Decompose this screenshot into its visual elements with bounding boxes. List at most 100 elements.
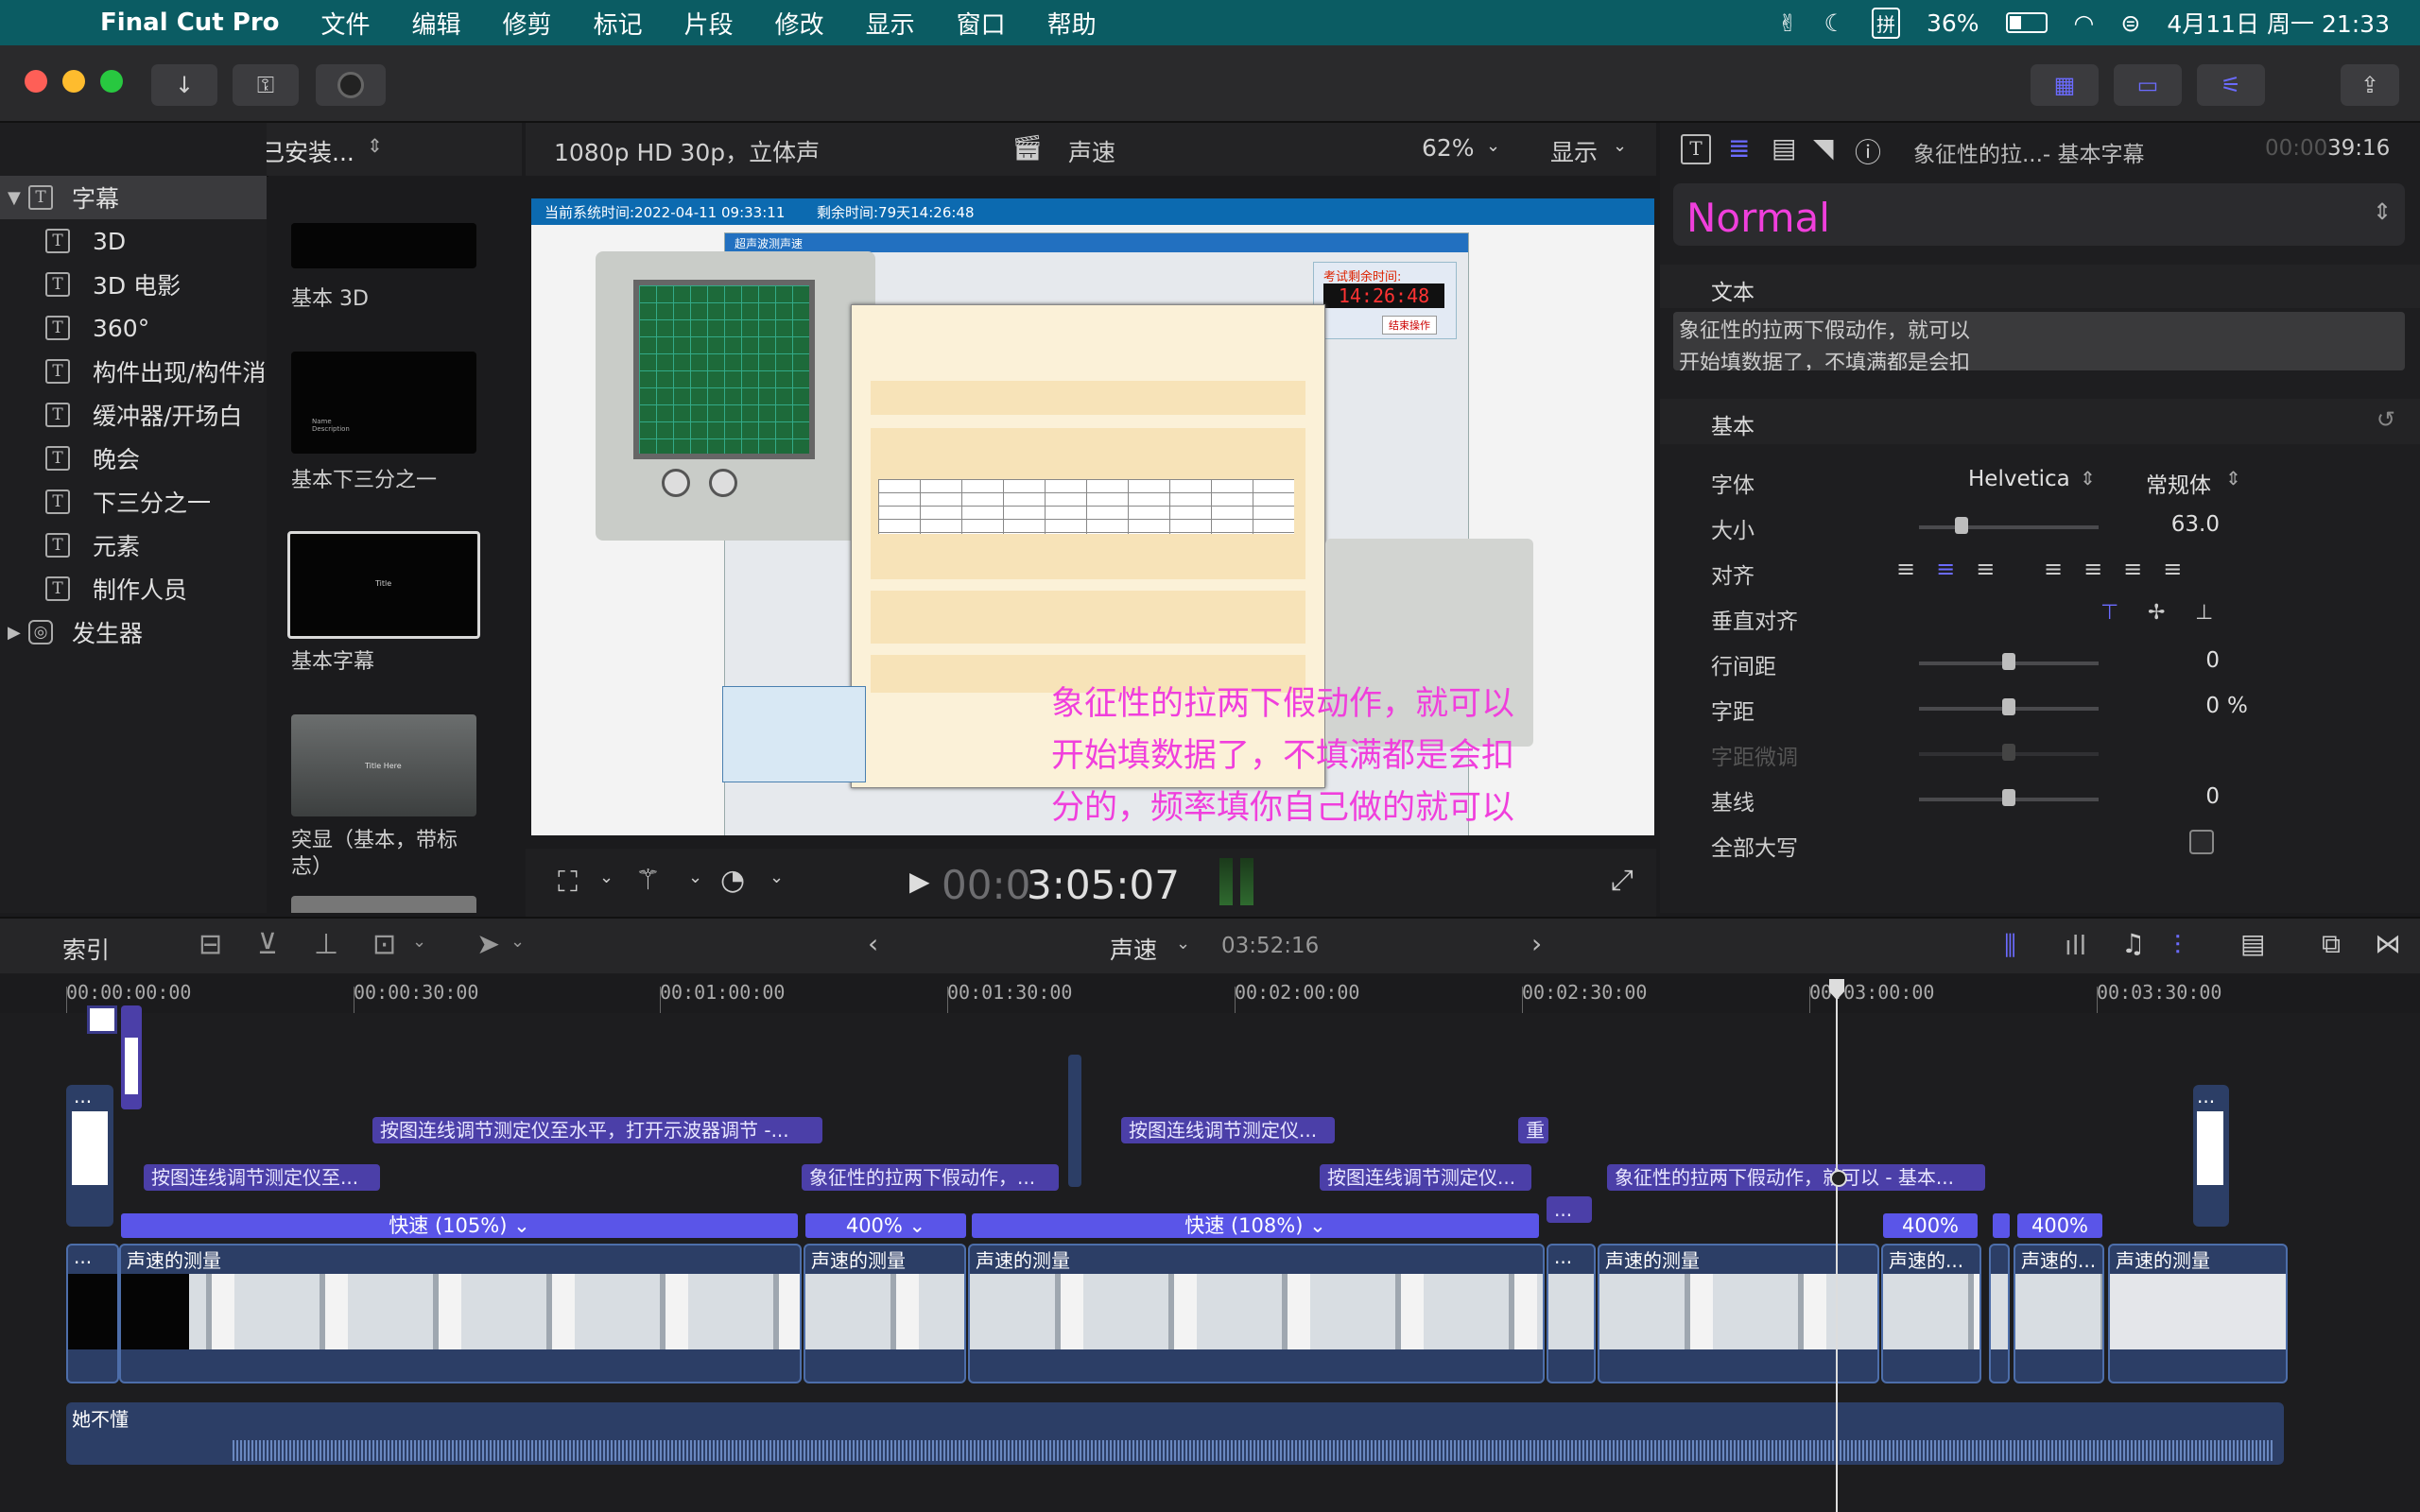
battery-icon[interactable]	[2005, 12, 2048, 33]
clock[interactable]: 4月11日 周一 21:33	[2167, 6, 2390, 40]
title-clip[interactable]: 按图连线调节测定仪...	[1121, 1117, 1335, 1143]
display-dropdown[interactable]: 显示	[1550, 134, 1598, 168]
connected-clip-marker[interactable]	[1068, 1055, 1081, 1187]
magic-wand-icon[interactable]: ⚚	[635, 864, 661, 897]
text-inspector-icon[interactable]: T	[1681, 134, 1711, 164]
video-clip[interactable]: ...	[66, 1244, 119, 1383]
video-only-icon[interactable]: ⫼	[2004, 930, 2016, 962]
effects-browser-icon[interactable]: ⧉	[2322, 928, 2341, 960]
slider-knob[interactable]	[2002, 789, 2015, 806]
transitions-icon[interactable]: ⋈	[2375, 928, 2401, 959]
info-icon[interactable]: ⓘ	[1855, 132, 1881, 170]
menu-app[interactable]: Final Cut Pro	[100, 9, 280, 37]
line-spacing-value[interactable]: 0	[2125, 648, 2220, 673]
retime-bar[interactable]: 快速 (105%) ⌄	[121, 1213, 798, 1238]
retime-speed-icon[interactable]: ◔	[720, 864, 745, 897]
sidebar-item-generators[interactable]: ▶ ◎ 发生器	[0, 610, 267, 654]
video-clip[interactable]: 声速的...	[1881, 1244, 1981, 1383]
viewer-timecode[interactable]: 3:05:07	[1027, 862, 1180, 908]
sidebar-item-build-in-out[interactable]: T 构件出现/构件消	[0, 350, 267, 393]
slider-knob[interactable]	[1955, 517, 1968, 534]
connected-video-clip[interactable]: ...	[2193, 1085, 2229, 1227]
retime-bar[interactable]: 400%	[2017, 1213, 2102, 1238]
chevron-down-icon[interactable]: ⌄	[1176, 934, 1190, 954]
video-clip[interactable]: 声速的测量	[2108, 1244, 2288, 1383]
transform-icon[interactable]: ⛶	[558, 866, 578, 899]
thumb-basic-3d[interactable]	[291, 223, 476, 268]
background-tasks-icon[interactable]	[316, 64, 386, 106]
headphones-icon[interactable]: ♫	[2121, 928, 2145, 959]
thumb-reveal-basic[interactable]: Title Here	[291, 714, 476, 816]
dialog-table[interactable]	[878, 479, 1294, 534]
preset-selector[interactable]: Normal ⇕	[1673, 183, 2405, 246]
video-clip[interactable]: 声速的测量	[804, 1244, 966, 1383]
video-clip[interactable]: 声速的测量	[968, 1244, 1545, 1383]
size-slider[interactable]	[1919, 517, 2099, 534]
project-name[interactable]: 声速	[1110, 932, 1157, 966]
connect-clip-icon[interactable]: ⊥	[314, 928, 338, 961]
retime-bar[interactable]	[1993, 1213, 2010, 1238]
installed-dropdown[interactable]: 已安装...	[261, 134, 354, 168]
menu-clip[interactable]: 片段	[684, 6, 734, 41]
waveform-icon[interactable]: ıll	[2065, 930, 2086, 961]
menu-edit[interactable]: 编辑	[412, 6, 461, 41]
connected-clip-marker[interactable]	[87, 1005, 117, 1034]
select-arrow-icon[interactable]: ➤	[476, 928, 500, 961]
append-clip-icon[interactable]: ⊟	[199, 928, 222, 961]
snapping-icon[interactable]: ⫶	[2174, 930, 2181, 962]
chevron-updown-icon[interactable]: ⇕	[2080, 467, 2096, 490]
align-buttons-icon[interactable]: ≡≡≡ ≡≡≡≡	[1896, 556, 2203, 582]
overwrite-clip-icon[interactable]: ⊡	[372, 928, 396, 961]
thumb-basic-title[interactable]: Title	[287, 531, 480, 639]
chevron-down-icon[interactable]: ⌄	[769, 868, 784, 887]
end-operation-button[interactable]: 结束操作	[1382, 316, 1437, 335]
import-down-icon[interactable]: ↓	[151, 64, 217, 106]
chevron-down-icon[interactable]: ⌄	[1613, 136, 1627, 156]
chevron-updown-icon[interactable]: ⇕	[2225, 467, 2241, 490]
close-window-button[interactable]	[25, 70, 47, 93]
video-inspector-icon[interactable]: ▤	[1772, 132, 1796, 163]
sidebar-item-credits[interactable]: T 制作人员	[0, 567, 267, 610]
inspector-toggle-icon[interactable]: ⚟	[2197, 64, 2265, 106]
minimize-window-button[interactable]	[62, 70, 85, 93]
zoom-dropdown[interactable]: 62%	[1422, 134, 1475, 162]
menu-view[interactable]: 显示	[866, 6, 915, 41]
play-icon[interactable]: ▶	[909, 866, 930, 897]
title-clip[interactable]: 象征性的拉两下假动作，...	[802, 1164, 1059, 1191]
subtitle-overlay[interactable]: 象征性的拉两下假动作，就可以 开始填数据了，不填满都是会扣 分的，频率填你自己做…	[1051, 679, 1581, 834]
slider-knob[interactable]	[2002, 653, 2015, 670]
menu-file[interactable]: 文件	[321, 6, 371, 41]
chevron-updown-icon[interactable]: ⇕	[367, 134, 383, 157]
keywords-key-icon[interactable]: ⚿	[233, 64, 299, 106]
valign-top-icon[interactable]: ⊤	[2100, 601, 2118, 625]
line-spacing-slider[interactable]	[1919, 653, 2099, 670]
retime-bar[interactable]: 快速 (108%) ⌄	[972, 1213, 1539, 1238]
control-center-icon[interactable]: ⊜	[2120, 9, 2140, 37]
title-clip[interactable]: 按图连线调节测定仪...	[1320, 1164, 1531, 1191]
title-clip[interactable]: ...	[1547, 1196, 1592, 1223]
moon-icon[interactable]: ☾	[1824, 9, 1845, 37]
fullscreen-icon[interactable]: ⤢	[1611, 864, 1634, 897]
index-button[interactable]: 索引	[62, 932, 110, 966]
menu-help[interactable]: 帮助	[1047, 6, 1097, 41]
slider-knob[interactable]	[2002, 698, 2015, 715]
title-clip[interactable]: 按图连线调节测定仪至...	[144, 1164, 380, 1191]
menu-mark[interactable]: 标记	[594, 6, 643, 41]
forward-arrow-icon[interactable]: ›	[1531, 928, 1542, 959]
timeline-toggle-icon[interactable]: ▭	[2114, 64, 2182, 106]
playhead[interactable]	[1836, 979, 1838, 1512]
pinch-icon[interactable]: ✌	[1778, 9, 1798, 37]
retime-bar[interactable]: 400%	[1883, 1213, 1978, 1238]
size-value[interactable]: 63.0	[2125, 512, 2220, 537]
font-dropdown[interactable]: Helvetica	[1968, 467, 2070, 491]
disclosure-right-icon[interactable]: ▶	[8, 623, 21, 643]
reset-icon[interactable]: ↺	[2377, 406, 2395, 433]
browser-toggle-icon[interactable]: ▦	[2031, 64, 2099, 106]
input-method-icon[interactable]: 拼	[1871, 7, 1900, 39]
thumb-basic-lower-third[interactable]: Name Description	[291, 352, 476, 454]
share-icon[interactable]: ⇪	[2341, 64, 2399, 106]
chevron-down-icon[interactable]: ⌄	[510, 932, 525, 952]
timeline-ruler[interactable]: 00:00:00:00 00:00:30:00 00:01:00:00 00:0…	[0, 973, 2420, 1014]
tracking-slider[interactable]	[1919, 698, 2099, 715]
chevron-down-icon[interactable]: ⌄	[412, 932, 426, 952]
